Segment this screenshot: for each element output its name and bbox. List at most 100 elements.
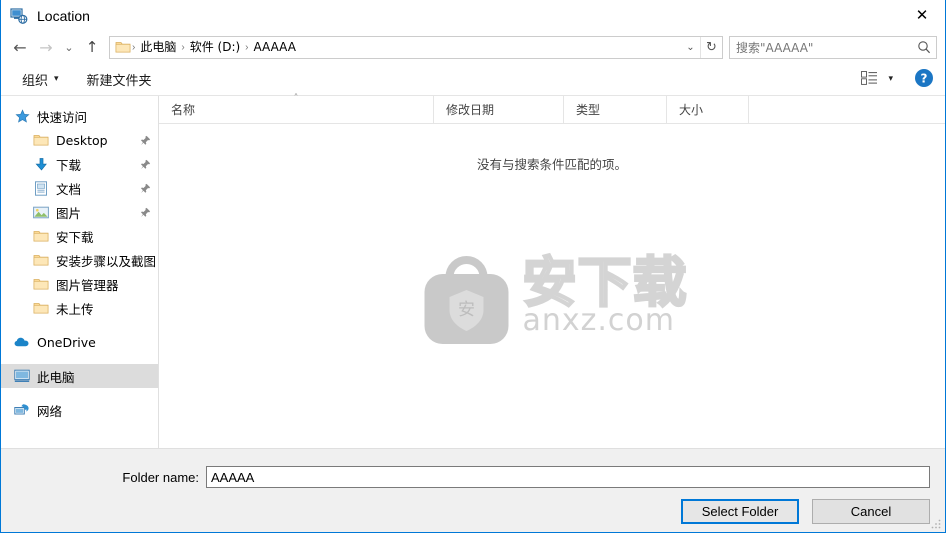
breadcrumb-item-2[interactable]: AAAAA — [250, 37, 300, 58]
organize-button[interactable]: 组织 ▾ — [15, 67, 66, 92]
watermark-domain-text: anxz.com — [522, 303, 676, 338]
sidebar-label: 文档 — [56, 181, 82, 197]
sidebar-item-quick-access[interactable]: 快速访问 — [1, 104, 158, 128]
folder-icon — [33, 300, 49, 316]
sidebar-item-pictures[interactable]: 图片 — [1, 200, 158, 224]
back-arrow-icon: ← — [13, 37, 27, 57]
star-icon — [14, 108, 30, 124]
computer-icon — [14, 368, 30, 384]
column-label: 修改日期 — [446, 103, 495, 117]
command-toolbar: 组织 ▾ 新建文件夹 ▾ ? — [1, 63, 945, 96]
folder-icon — [33, 132, 49, 148]
folder-icon — [33, 252, 49, 268]
sidebar-item-anxiazai[interactable]: 安下载 — [1, 224, 158, 248]
sidebar-item-picture-manager[interactable]: 图片管理器 — [1, 272, 158, 296]
column-header-size[interactable]: 大小 — [667, 96, 749, 123]
sidebar-item-this-pc[interactable]: 此电脑 — [1, 364, 158, 388]
sidebar-item-install-steps[interactable]: 安装步骤以及截图 — [1, 248, 158, 272]
watermark-cn-text: 安下载 — [521, 251, 688, 314]
new-folder-label: 新建文件夹 — [86, 73, 152, 89]
search-icon — [912, 40, 936, 54]
close-button[interactable]: ✕ — [899, 0, 945, 31]
back-button[interactable]: ← — [7, 34, 33, 60]
column-header-type[interactable]: 类型 — [564, 96, 667, 123]
sidebar-item-documents[interactable]: 文档 — [1, 176, 158, 200]
folder-icon — [33, 228, 49, 244]
sidebar-label: 快速访问 — [37, 109, 88, 125]
resize-grip[interactable] — [930, 518, 942, 530]
sidebar-label: 此电脑 — [37, 369, 75, 385]
folder-name-input[interactable]: AAAAA — [206, 466, 930, 488]
sidebar-label: 图片管理器 — [56, 277, 119, 293]
up-button[interactable]: ↑ — [79, 34, 105, 60]
address-dropdown-button[interactable]: ⌄ — [681, 37, 700, 58]
sidebar-item-onedrive[interactable]: OneDrive — [1, 330, 158, 354]
search-box[interactable]: 搜索"AAAAA" — [729, 35, 937, 59]
view-mode-button[interactable] — [857, 68, 882, 91]
sidebar-label: 安装步骤以及截图 — [56, 253, 157, 269]
forward-button[interactable]: → — [33, 34, 59, 60]
pin-icon[interactable] — [138, 183, 152, 194]
sidebar-label: 下载 — [56, 157, 82, 173]
pictures-icon — [33, 204, 49, 220]
file-list-area: ˄ 名称 修改日期 类型 大小 没有与搜索条件匹配的项。 安 安下载 anxz.… — [159, 93, 945, 448]
sidebar-label: Desktop — [56, 132, 108, 148]
sidebar-label: 网络 — [37, 403, 63, 419]
select-folder-button[interactable]: Select Folder — [681, 499, 799, 524]
cancel-button[interactable]: Cancel — [812, 499, 930, 524]
sidebar-label: 未上传 — [56, 301, 94, 317]
sidebar-item-desktop[interactable]: Desktop — [1, 128, 158, 152]
pin-icon[interactable] — [138, 135, 152, 146]
refresh-icon: ↻ — [706, 39, 717, 55]
forward-arrow-icon: → — [39, 37, 53, 57]
new-folder-button[interactable]: 新建文件夹 — [80, 67, 159, 92]
sort-ascending-icon: ˄ — [293, 93, 299, 104]
pin-icon[interactable] — [138, 207, 152, 218]
organize-label: 组织 — [22, 73, 49, 89]
view-mode-dropdown-button[interactable]: ▾ — [884, 71, 897, 87]
refresh-button[interactable]: ↻ — [700, 36, 722, 58]
search-input[interactable]: 搜索"AAAAA" — [730, 39, 912, 56]
chevron-down-icon: ⌄ — [686, 41, 695, 53]
column-header-name[interactable]: ˄ 名称 — [159, 93, 434, 123]
download-icon — [33, 156, 49, 172]
sidebar-item-network[interactable]: 网络 — [1, 398, 158, 422]
close-icon: ✕ — [915, 6, 929, 24]
column-label: 类型 — [576, 103, 601, 117]
column-label: 大小 — [679, 103, 704, 117]
folder-icon — [33, 276, 49, 292]
svg-text:安: 安 — [458, 300, 475, 320]
chevron-down-icon: ▾ — [888, 74, 893, 84]
help-button[interactable]: ? — [913, 68, 935, 90]
recent-locations-button[interactable]: ⌄ — [59, 34, 79, 60]
dialog-body: 快速访问 Desktop 下载 文档 图片 安下载 安装步骤以及截图 图片管理器… — [1, 93, 945, 448]
pin-icon[interactable] — [138, 159, 152, 170]
file-list-body[interactable]: 没有与搜索条件匹配的项。 安 安下载 anxz.com — [159, 124, 945, 448]
window-title: Location — [37, 7, 90, 24]
breadcrumb-item-1[interactable]: 软件 (D:) — [186, 37, 244, 58]
watermark-logo: 安 安下载 anxz.com — [417, 252, 688, 355]
up-arrow-icon: ↑ — [85, 38, 99, 56]
empty-state-message: 没有与搜索条件匹配的项。 — [476, 157, 627, 172]
documents-icon — [33, 180, 49, 196]
dialog-footer: Folder name: AAAAA Select Folder Cancel — [1, 448, 945, 532]
chevron-down-icon: ⌄ — [64, 40, 74, 54]
sidebar-label: OneDrive — [37, 334, 96, 350]
breadcrumb-item-0[interactable]: 此电脑 — [136, 37, 180, 58]
cloud-icon — [14, 334, 30, 350]
sidebar-label: 安下载 — [56, 229, 94, 245]
network-icon — [14, 402, 30, 418]
title-bar: Location ✕ — [1, 0, 945, 31]
navigation-sidebar[interactable]: 快速访问 Desktop 下载 文档 图片 安下载 安装步骤以及截图 图片管理器… — [1, 96, 159, 448]
network-computer-icon — [10, 7, 28, 25]
sidebar-item-downloads[interactable]: 下载 — [1, 152, 158, 176]
column-header-row: ˄ 名称 修改日期 类型 大小 — [159, 93, 945, 124]
sidebar-label: 图片 — [56, 205, 82, 221]
column-header-date-modified[interactable]: 修改日期 — [434, 96, 564, 123]
address-bar[interactable]: › 此电脑 › 软件 (D:) › AAAAA ⌄ ↻ — [109, 35, 723, 59]
sidebar-item-not-uploaded[interactable]: 未上传 — [1, 296, 158, 320]
folder-picker-dialog: Location ✕ ← → ⌄ ↑ › 此电脑 › 软件 (D:) › AAA… — [0, 0, 946, 533]
chevron-down-icon: ▾ — [54, 74, 59, 84]
